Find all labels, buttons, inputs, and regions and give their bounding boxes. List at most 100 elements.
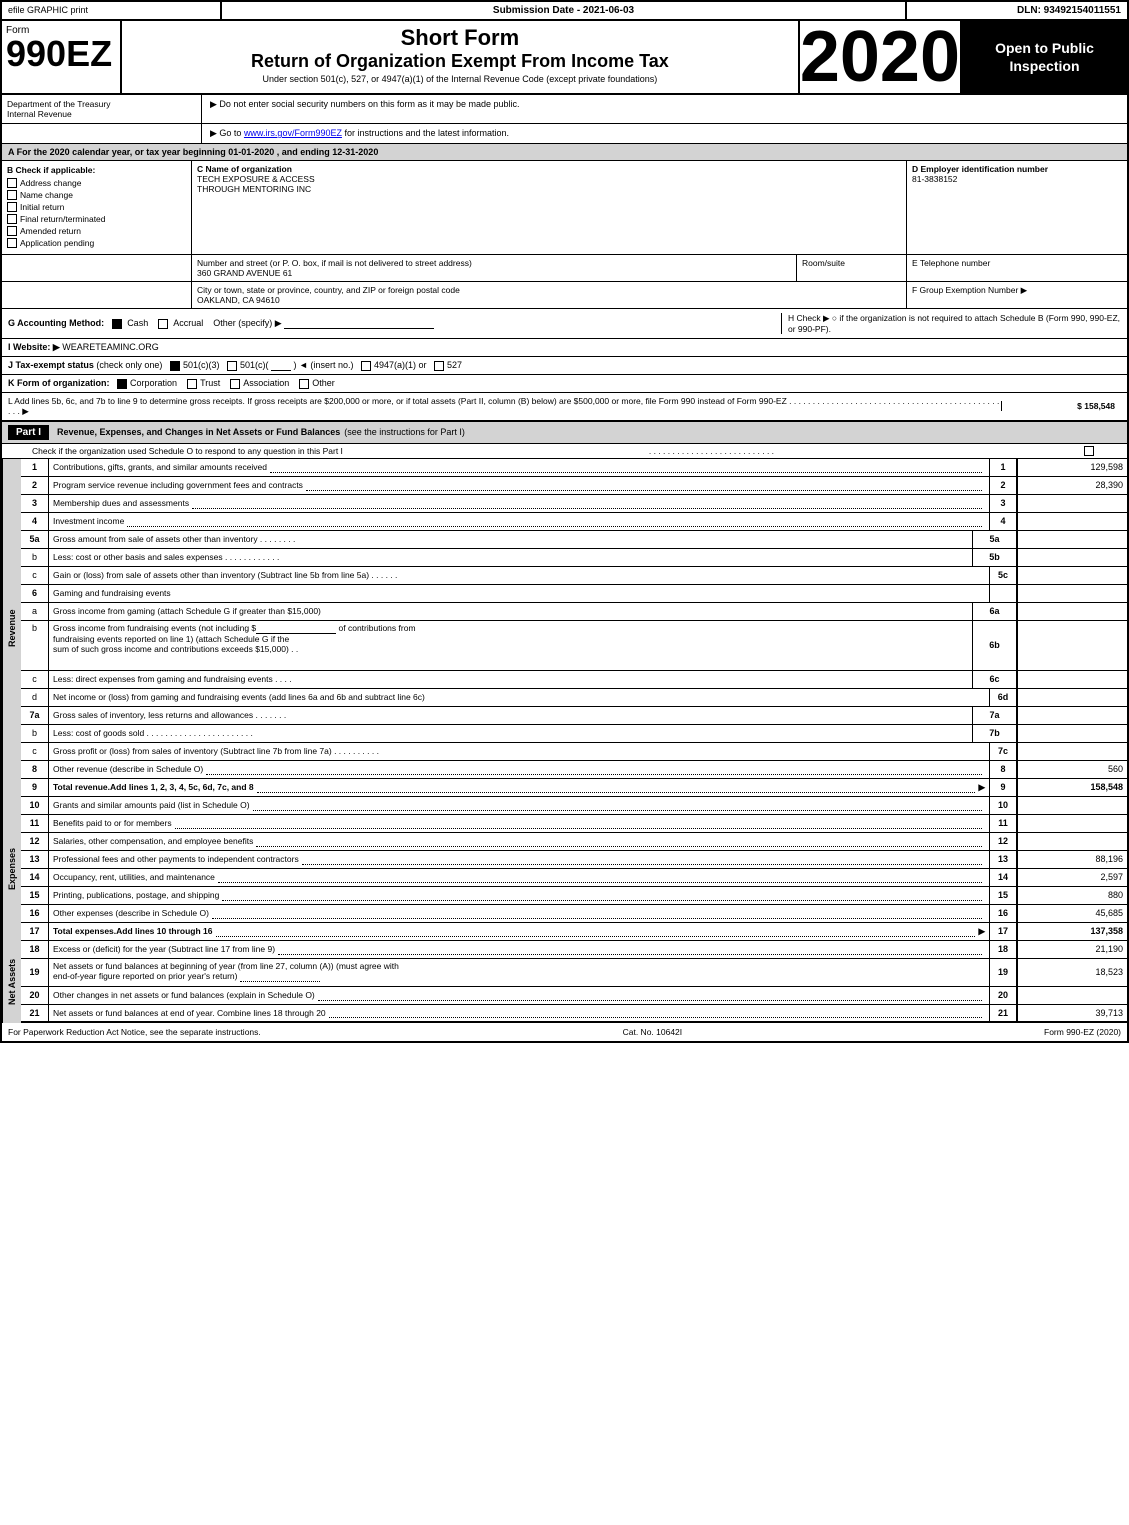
- row-16-amount: 45,685: [1017, 905, 1127, 922]
- row-1-amount: 129,598: [1017, 459, 1127, 476]
- row-7c-linenum: 7c: [989, 743, 1017, 760]
- table-row: 7a Gross sales of inventory, less return…: [21, 707, 1127, 725]
- row-17-desc: Total expenses. Add lines 10 through 16 …: [49, 923, 989, 940]
- accounting-right: H Check ▶ ○ if the organization is not r…: [781, 313, 1121, 334]
- check-name-change: Name change: [7, 190, 186, 200]
- table-row: 18 Excess or (deficit) for the year (Sub…: [21, 941, 1127, 959]
- i-label: I Website: ▶: [8, 342, 60, 352]
- amended-return-checkbox[interactable]: [7, 226, 17, 236]
- row-11-num: 11: [21, 815, 49, 832]
- row-6d-num: d: [21, 689, 49, 706]
- row-14-amount: 2,597: [1017, 869, 1127, 886]
- row-17-amount: 137,358: [1017, 923, 1127, 940]
- row-5b-desc: Less: cost or other basis and sales expe…: [49, 549, 972, 566]
- row-18-desc: Excess or (deficit) for the year (Subtra…: [49, 941, 989, 958]
- row-13-linenum: 13: [989, 851, 1017, 868]
- row-10-amount: [1017, 797, 1127, 814]
- k-form-row: K Form of organization: Corporation Trus…: [2, 375, 1127, 393]
- irs-link[interactable]: www.irs.gov/Form990EZ: [244, 128, 342, 138]
- short-form-label: Short Form: [132, 25, 788, 51]
- row-7a-box: 7a: [972, 707, 1017, 724]
- row-19-num: 19: [21, 959, 49, 986]
- address-change-checkbox[interactable]: [7, 178, 17, 188]
- row-7b-desc: Less: cost of goods sold . . . . . . . .…: [49, 725, 972, 742]
- 501c-checkbox[interactable]: [227, 361, 237, 371]
- row-21-linenum: 21: [989, 1005, 1017, 1021]
- 501c3-checkbox[interactable]: [170, 361, 180, 371]
- row-13-num: 13: [21, 851, 49, 868]
- row-6d-linenum: 6d: [989, 689, 1017, 706]
- k-label: K Form of organization:: [8, 378, 110, 388]
- subtitle: Under section 501(c), 527, or 4947(a)(1)…: [132, 74, 788, 84]
- row-7c-num: c: [21, 743, 49, 760]
- d-label: D Employer identification number: [912, 164, 1122, 174]
- check-b-col: B Check if applicable: Address change Na…: [2, 161, 192, 254]
- j-note: (check only one): [96, 360, 162, 370]
- city-value: OAKLAND, CA 94610: [197, 295, 901, 305]
- row-11-desc: Benefits paid to or for members: [49, 815, 989, 832]
- website-url: WEARETEAMINC.ORG: [62, 342, 159, 352]
- row-3-linenum: 3: [989, 495, 1017, 512]
- row-6c-num: c: [21, 671, 49, 688]
- other-form-checkbox[interactable]: [299, 379, 309, 389]
- initial-return-checkbox[interactable]: [7, 202, 17, 212]
- net-assets-rows: 18 Excess or (deficit) for the year (Sub…: [21, 941, 1127, 1023]
- row-1-linenum: 1: [989, 459, 1017, 476]
- name-change-checkbox[interactable]: [7, 190, 17, 200]
- cash-checkbox[interactable]: [112, 319, 122, 329]
- table-row: d Net income or (loss) from gaming and f…: [21, 689, 1127, 707]
- schedule-o-checkbox[interactable]: [1084, 446, 1094, 456]
- ein-value: 81-3838152: [912, 174, 1122, 184]
- row-5b-num: b: [21, 549, 49, 566]
- table-row: c Gain or (loss) from sale of assets oth…: [21, 567, 1127, 585]
- table-row: 6 Gaming and fundraising events: [21, 585, 1127, 603]
- corporation-checkbox[interactable]: [117, 379, 127, 389]
- table-row: 14 Occupancy, rent, utilities, and maint…: [21, 869, 1127, 887]
- h-text: ○ if the organization is not required to…: [788, 313, 1120, 334]
- association-checkbox[interactable]: [230, 379, 240, 389]
- row-5a-box: 5a: [972, 531, 1017, 548]
- org-name-col: C Name of organization TECH EXPOSURE & A…: [192, 161, 907, 254]
- org-name: TECH EXPOSURE & ACCESS: [197, 174, 901, 184]
- row-4-num: 4: [21, 513, 49, 530]
- row-6b-num: b: [21, 621, 49, 670]
- row-20-desc: Other changes in net assets or fund bala…: [49, 987, 989, 1004]
- row-7b-box: 7b: [972, 725, 1017, 742]
- open-inspect-text: Open to Public Inspection: [970, 39, 1119, 75]
- row-7c-desc: Gross profit or (loss) from sales of inv…: [49, 743, 989, 760]
- row-5c-desc: Gain or (loss) from sale of assets other…: [49, 567, 989, 584]
- room-label: Room/suite: [802, 258, 901, 268]
- row-20-linenum: 20: [989, 987, 1017, 1004]
- table-row: c Less: direct expenses from gaming and …: [21, 671, 1127, 689]
- row-4-amount: [1017, 513, 1127, 530]
- table-row: 10 Grants and similar amounts paid (list…: [21, 797, 1127, 815]
- row-5c-amount: [1017, 567, 1127, 584]
- corporation-label: Corporation: [130, 378, 177, 388]
- dept-treasury: Department of the Treasury Internal Reve…: [2, 95, 202, 123]
- row-18-linenum: 18: [989, 941, 1017, 958]
- 527-checkbox[interactable]: [434, 361, 444, 371]
- title-section: Form 990EZ Short Form Return of Organiza…: [2, 21, 1127, 95]
- check-address-change: Address change: [7, 178, 186, 188]
- row-6a-box: 6a: [972, 603, 1017, 620]
- row-19-linenum: 19: [989, 959, 1017, 986]
- notice-row-2-left: [2, 124, 202, 143]
- row-7a-num: 7a: [21, 707, 49, 724]
- final-return-checkbox[interactable]: [7, 214, 17, 224]
- row-3-num: 3: [21, 495, 49, 512]
- row-8-desc: Other revenue (describe in Schedule O): [49, 761, 989, 778]
- table-row: 13 Professional fees and other payments …: [21, 851, 1127, 869]
- 4947a1-checkbox[interactable]: [361, 361, 371, 371]
- row-10-desc: Grants and similar amounts paid (list in…: [49, 797, 989, 814]
- app-pending-checkbox[interactable]: [7, 238, 17, 248]
- revenue-section: Revenue 1 Contributions, gifts, grants, …: [2, 459, 1127, 797]
- accrual-checkbox[interactable]: [158, 319, 168, 329]
- row-5a-desc: Gross amount from sale of assets other t…: [49, 531, 972, 548]
- row-6c-desc: Less: direct expenses from gaming and fu…: [49, 671, 972, 688]
- trust-checkbox[interactable]: [187, 379, 197, 389]
- row-17-linenum: 17: [989, 923, 1017, 940]
- part-i-instructions: (see the instructions for Part I): [344, 427, 465, 437]
- table-row: b Less: cost or other basis and sales ex…: [21, 549, 1127, 567]
- room-col: Room/suite: [797, 255, 907, 281]
- row-3-desc: Membership dues and assessments: [49, 495, 989, 512]
